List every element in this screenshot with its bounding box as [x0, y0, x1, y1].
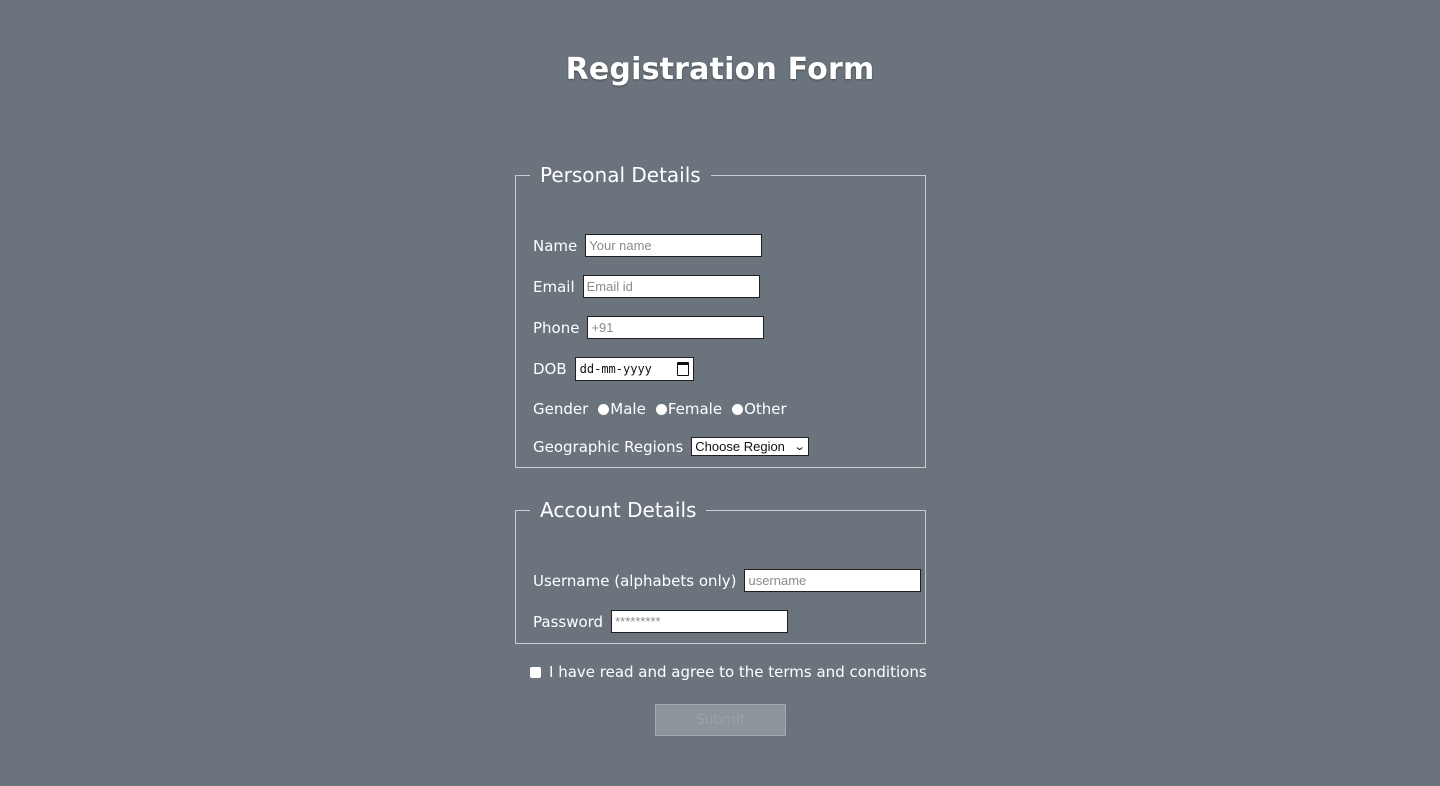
gender-option-female-label: Female	[667, 400, 723, 418]
personal-details-fieldset: Personal Details Name Email Phone DOB dd…	[515, 163, 926, 468]
phone-row: Phone	[533, 316, 765, 339]
phone-input[interactable]	[587, 316, 765, 339]
region-label: Geographic Regions	[533, 437, 684, 456]
gender-label: Gender	[533, 400, 589, 418]
dob-input[interactable]: dd-mm-yyyy	[574, 357, 694, 381]
gender-radio-other[interactable]	[732, 403, 744, 415]
name-row: Name	[533, 234, 763, 257]
terms-row: I have read and agree to the terms and c…	[530, 663, 927, 681]
email-label: Email	[533, 277, 575, 296]
region-selected-value: Choose Region	[695, 439, 785, 454]
email-row: Email	[533, 275, 760, 298]
account-details-fieldset: Account Details Username (alphabets only…	[515, 498, 926, 644]
dob-placeholder: dd-mm-yyyy	[579, 362, 652, 376]
chevron-down-icon: ⌄	[793, 441, 806, 453]
submit-button[interactable]: Submit	[655, 704, 786, 736]
email-input[interactable]	[582, 275, 760, 298]
username-label: Username (alphabets only)	[533, 571, 737, 590]
dob-row: DOB dd-mm-yyyy	[533, 357, 694, 381]
terms-checkbox[interactable]	[530, 666, 541, 678]
password-row: Password	[533, 610, 789, 633]
phone-label: Phone	[533, 318, 580, 337]
terms-label[interactable]: I have read and agree to the terms and c…	[549, 663, 927, 681]
region-row: Geographic Regions Choose Region ⌄	[533, 437, 810, 456]
name-input[interactable]	[585, 234, 763, 257]
password-label: Password	[533, 612, 604, 631]
password-input[interactable]	[611, 610, 789, 633]
personal-details-legend: Personal Details	[540, 163, 701, 187]
calendar-icon[interactable]	[676, 362, 689, 376]
account-details-legend: Account Details	[540, 498, 697, 522]
gender-row: Gender Male Female Other	[533, 400, 787, 418]
name-label: Name	[533, 236, 578, 255]
page-title: Registration Form	[565, 52, 875, 87]
dob-label: DOB	[533, 360, 567, 378]
username-input[interactable]	[744, 569, 922, 592]
gender-radio-female[interactable]	[655, 403, 667, 415]
region-select[interactable]: Choose Region ⌄	[691, 437, 810, 456]
gender-option-male-label: Male	[610, 400, 646, 418]
gender-option-other-label: Other	[744, 400, 787, 418]
username-row: Username (alphabets only)	[533, 569, 922, 592]
gender-radio-male[interactable]	[598, 403, 610, 415]
